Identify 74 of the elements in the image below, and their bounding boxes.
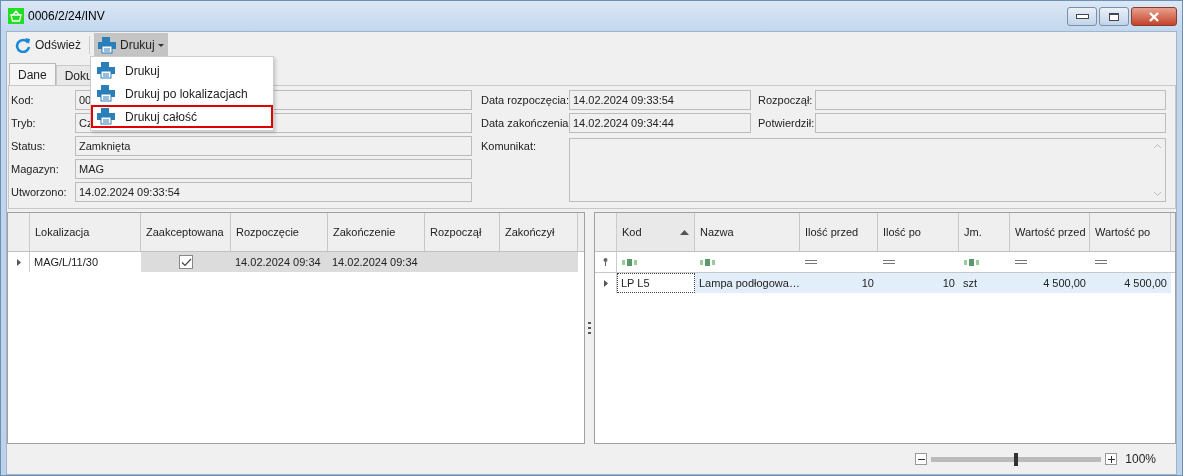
table-cell: szt xyxy=(959,273,1010,293)
table-cell: 4 500,00 xyxy=(1010,273,1090,293)
print-button[interactable]: Drukuj xyxy=(94,33,168,57)
window-title: 0006/2/24/INV xyxy=(28,9,105,23)
field-label: Tryb: xyxy=(11,116,37,131)
printer-icon xyxy=(97,62,115,79)
table-cell: 10 xyxy=(878,273,959,293)
field-label: Status: xyxy=(11,139,47,154)
table-cell: LP L5 xyxy=(617,273,695,293)
column-header[interactable]: Nazwa xyxy=(695,213,800,251)
text-field[interactable]: Zamknięta xyxy=(75,136,472,156)
field-label: Data rozpoczęcia: xyxy=(481,93,569,108)
slider-thumb[interactable] xyxy=(1014,452,1019,466)
row-pointer-icon xyxy=(16,258,21,266)
field-label: Kod: xyxy=(11,93,35,108)
text-field[interactable]: 14.02.2024 09:33:54 xyxy=(569,90,751,110)
column-header[interactable]: Lokalizacja xyxy=(30,213,141,251)
column-header[interactable]: Jm. xyxy=(959,213,1010,251)
table-cell: 14.02.2024 09:34 xyxy=(328,252,425,272)
table-cell: 10 xyxy=(800,273,878,293)
column-header[interactable]: Wartość po xyxy=(1090,213,1171,251)
field-label: Rozpoczął: xyxy=(758,93,814,108)
field-label: Komunikat: xyxy=(481,139,538,154)
column-header[interactable]: Zakończenie xyxy=(328,213,425,251)
column-header[interactable]: Wartość przed xyxy=(1010,213,1090,251)
field-label: Utworzono: xyxy=(11,185,68,200)
menu-item[interactable]: Drukuj po lokalizacjach xyxy=(91,82,273,105)
column-header[interactable]: Ilość przed xyxy=(800,213,878,251)
minimize-button[interactable] xyxy=(1067,7,1097,26)
column-header[interactable]: Rozpoczął xyxy=(425,213,500,251)
field-label: Data zakończenia: xyxy=(481,116,569,131)
zoom-out-button[interactable] xyxy=(915,453,928,465)
tab[interactable]: Dane xyxy=(9,63,56,85)
column-header[interactable]: Rozpoczęcie xyxy=(231,213,328,251)
sort-ascending-icon xyxy=(680,229,689,235)
column-header[interactable]: Ilość po xyxy=(878,213,959,251)
equals-filter-icon[interactable] xyxy=(883,260,895,264)
printer-icon xyxy=(97,108,115,125)
row-pointer-icon xyxy=(603,279,608,287)
column-header[interactable]: Zakończył xyxy=(500,213,578,251)
text-filter-icon[interactable] xyxy=(964,258,979,266)
refresh-button[interactable]: Odśwież xyxy=(11,33,85,57)
menu-item[interactable]: Drukuj całość xyxy=(91,105,273,128)
text-field[interactable]: 14.02.2024 09:34:44 xyxy=(569,113,751,133)
text-field[interactable] xyxy=(815,90,1166,110)
printer-icon xyxy=(97,85,115,102)
text-filter-icon[interactable] xyxy=(622,258,637,266)
text-field[interactable]: 14.02.2024 09:33:54 xyxy=(75,182,472,202)
equals-filter-icon[interactable] xyxy=(805,260,817,264)
text-field[interactable] xyxy=(815,113,1166,133)
column-header[interactable]: Zaakceptowana xyxy=(141,213,231,251)
field-label: Potwierdził: xyxy=(758,116,815,131)
basket-icon xyxy=(8,8,24,24)
column-header[interactable]: Kod xyxy=(617,213,695,251)
checkbox[interactable] xyxy=(179,255,193,269)
splitter-grip-icon[interactable] xyxy=(588,322,591,334)
printer-icon xyxy=(98,36,116,54)
refresh-icon xyxy=(15,37,31,53)
zoom-level: 100% xyxy=(1125,452,1156,466)
close-button[interactable] xyxy=(1131,7,1177,26)
equals-filter-icon[interactable] xyxy=(1015,260,1027,264)
table-cell: 4 500,00 xyxy=(1090,273,1171,293)
text-field[interactable]: MAG xyxy=(75,159,472,179)
maximize-button[interactable] xyxy=(1099,7,1129,26)
text-filter-icon[interactable] xyxy=(700,258,715,266)
minus-icon xyxy=(917,458,925,460)
plus-icon xyxy=(1107,455,1115,463)
pin-icon xyxy=(603,258,608,266)
field-label: Magazyn: xyxy=(11,162,60,177)
equals-filter-icon[interactable] xyxy=(1095,260,1107,264)
close-icon xyxy=(1148,11,1160,22)
table-cell: Lampa podłogowa… xyxy=(695,273,800,293)
zoom-in-button[interactable] xyxy=(1105,453,1118,465)
table-cell: 14.02.2024 09:34 xyxy=(231,252,328,272)
